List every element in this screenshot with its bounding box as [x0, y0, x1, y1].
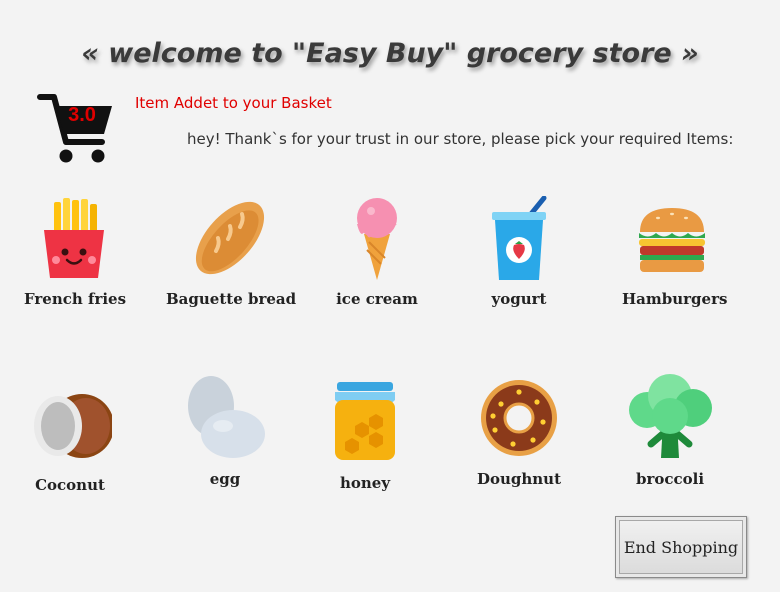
item-label: egg	[209, 470, 241, 488]
item-label: yogurt	[491, 290, 547, 308]
item-doughnut[interactable]: Doughnut	[474, 376, 564, 488]
item-label: Hamburgers	[622, 290, 728, 308]
item-yogurt[interactable]: yogurt	[474, 196, 564, 308]
end-shopping-button[interactable]: End Shopping	[615, 516, 747, 578]
item-label: ice cream	[336, 290, 418, 308]
item-coconut[interactable]: Coconut	[22, 382, 118, 494]
item-label: French fries	[24, 290, 127, 308]
item-label: honey	[339, 474, 391, 492]
greeting-text: hey! Thank`s for your trust in our store…	[187, 130, 734, 148]
french-fries-icon	[24, 196, 124, 280]
item-label: broccoli	[635, 470, 705, 488]
basket-message: Item Addet to your Basket	[135, 94, 332, 112]
egg-icon	[180, 376, 270, 460]
item-honey[interactable]: honey	[320, 380, 410, 492]
hamburger-icon	[622, 196, 722, 280]
item-baguette-bread[interactable]: Baguette bread	[166, 196, 297, 308]
item-ice-cream[interactable]: ice cream	[332, 196, 422, 308]
doughnut-icon	[474, 376, 564, 460]
honey-icon	[320, 380, 410, 464]
item-egg[interactable]: egg	[180, 376, 270, 488]
broccoli-icon	[620, 372, 720, 460]
item-label: Doughnut	[476, 470, 562, 488]
baguette-icon	[166, 196, 294, 280]
item-label: Baguette bread	[166, 290, 297, 308]
coconut-icon	[22, 382, 118, 466]
yogurt-icon	[474, 196, 564, 280]
page-title: « welcome to "Easy Buy" grocery store »	[81, 38, 699, 69]
item-french-fries[interactable]: French fries	[24, 196, 127, 308]
ice-cream-icon	[332, 196, 422, 280]
item-label: Coconut	[35, 476, 105, 494]
item-hamburgers[interactable]: Hamburgers	[622, 196, 728, 308]
item-broccoli[interactable]: broccoli	[620, 372, 720, 488]
cart-count: 3.0	[68, 104, 96, 126]
